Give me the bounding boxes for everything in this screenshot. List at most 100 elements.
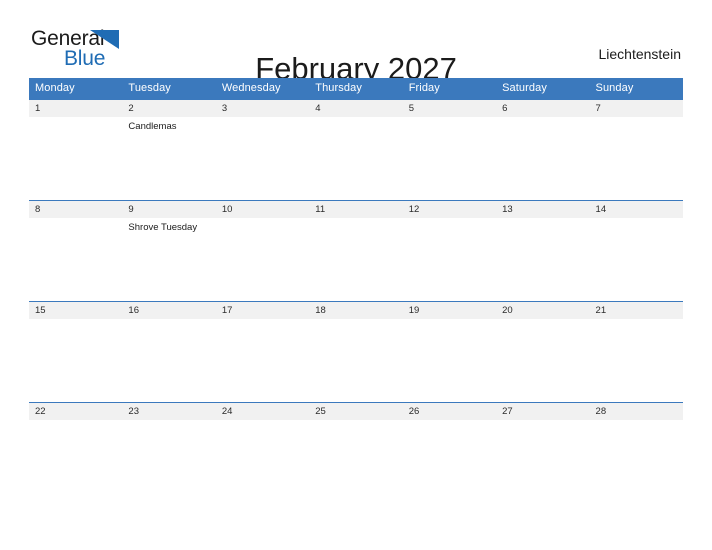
day-number: 16 [122,302,216,319]
day-number: 3 [215,100,310,117]
day-number: 22 [29,403,123,420]
day-events [216,319,309,322]
region-label: Liechtenstein [598,46,681,62]
day-events [29,420,122,423]
day-number: 18 [309,302,403,319]
calendar-day-cell[interactable]: 10 [215,200,310,302]
day-cell-content: 12 [402,201,497,301]
calendar-day-cell[interactable]: 27 [496,402,590,503]
day-cell-content: 17 [215,302,310,402]
weekday-header-wednesday: Wednesday [215,78,310,100]
day-events [216,117,309,120]
calendar-day-cell[interactable]: 12 [402,200,497,302]
day-cell-content: 7 [589,100,683,200]
day-events: Shrove Tuesday [122,218,215,234]
day-cell-content: 6 [496,100,590,200]
calendar-week-row: 8 9 Shrove Tuesday 10 11 12 13 14 [29,200,683,302]
day-events: Candlemas [122,117,215,133]
day-cell-content: 11 [309,201,403,301]
day-events [122,319,215,322]
day-number: 19 [402,302,497,319]
day-events [122,420,215,423]
day-cell-content: 10 [215,201,310,301]
calendar-week-row: 22 23 24 25 26 27 28 [29,402,683,503]
day-events [29,117,122,120]
day-number: 12 [402,201,497,218]
day-cell-content: 4 [309,100,403,200]
calendar-day-cell[interactable]: 8 [29,200,123,302]
day-events [496,319,589,322]
calendar-day-cell[interactable]: 15 [29,301,123,403]
calendar-day-cell[interactable]: 18 [309,301,403,403]
day-number: 2 [122,100,216,117]
day-number: 23 [122,403,216,420]
calendar-day-cell[interactable]: 21 [589,301,683,403]
weekday-header-sunday: Sunday [589,78,683,100]
calendar-day-cell[interactable]: 17 [215,301,310,403]
day-cell-content: 28 [589,403,683,503]
day-number: 11 [309,201,403,218]
day-cell-content: 9 Shrove Tuesday [122,201,216,301]
calendar-day-cell[interactable]: 6 [496,99,590,201]
day-event: Candlemas [128,121,177,132]
day-cell-content: 26 [402,403,497,503]
calendar-day-cell[interactable]: 3 [215,99,310,201]
calendar-day-cell[interactable]: 7 [589,99,683,201]
calendar-day-cell[interactable]: 2 Candlemas [122,99,216,201]
day-events [590,319,683,322]
calendar-day-cell[interactable]: 13 [496,200,590,302]
day-cell-content: 22 [29,403,123,503]
day-number: 28 [589,403,683,420]
day-events [496,117,589,120]
day-events [29,319,122,322]
calendar-day-cell[interactable]: 26 [402,402,497,503]
day-cell-content: 2 Candlemas [122,100,216,200]
day-number: 15 [29,302,123,319]
day-number: 13 [496,201,590,218]
weekday-header-row: Monday Tuesday Wednesday Thursday Friday… [29,78,683,100]
calendar-day-cell[interactable]: 9 Shrove Tuesday [122,200,216,302]
calendar-day-cell[interactable]: 4 [309,99,403,201]
weekday-header-saturday: Saturday [496,78,590,100]
day-number: 17 [215,302,310,319]
calendar-day-cell[interactable]: 25 [309,402,403,503]
day-number: 9 [122,201,216,218]
day-events [403,420,496,423]
day-cell-content: 24 [215,403,310,503]
day-events [309,319,402,322]
day-events [403,319,496,322]
weekday-header-thursday: Thursday [309,78,403,100]
day-number: 24 [215,403,310,420]
day-cell-content: 16 [122,302,216,402]
day-cell-content: 25 [309,403,403,503]
calendar-week-row: 15 16 17 18 19 20 21 [29,301,683,403]
day-cell-content: 20 [496,302,590,402]
day-number: 25 [309,403,403,420]
calendar-day-cell[interactable]: 22 [29,402,123,503]
page-header: General Blue February 2027 Liechtenstein [0,0,712,86]
calendar-day-cell[interactable]: 24 [215,402,310,503]
day-number: 6 [496,100,590,117]
calendar-day-cell[interactable]: 1 [29,99,123,201]
day-events [403,218,496,221]
calendar-day-cell[interactable]: 11 [309,200,403,302]
calendar-day-cell[interactable]: 20 [496,301,590,403]
calendar-week-row: 1 2 Candlemas 3 4 5 6 7 [29,99,683,201]
day-events [29,218,122,221]
day-cell-content: 18 [309,302,403,402]
calendar-day-cell[interactable]: 23 [122,402,216,503]
day-events [216,218,309,221]
day-events [590,117,683,120]
day-cell-content: 5 [402,100,497,200]
day-number: 21 [589,302,683,319]
calendar-day-cell[interactable]: 19 [402,301,497,403]
calendar-day-cell[interactable]: 14 [589,200,683,302]
day-number: 4 [309,100,403,117]
day-number: 26 [402,403,497,420]
day-cell-content: 23 [122,403,216,503]
day-events [309,117,402,120]
calendar-day-cell[interactable]: 16 [122,301,216,403]
calendar-day-cell[interactable]: 5 [402,99,497,201]
calendar-day-cell[interactable]: 28 [589,402,683,503]
day-number: 27 [496,403,590,420]
